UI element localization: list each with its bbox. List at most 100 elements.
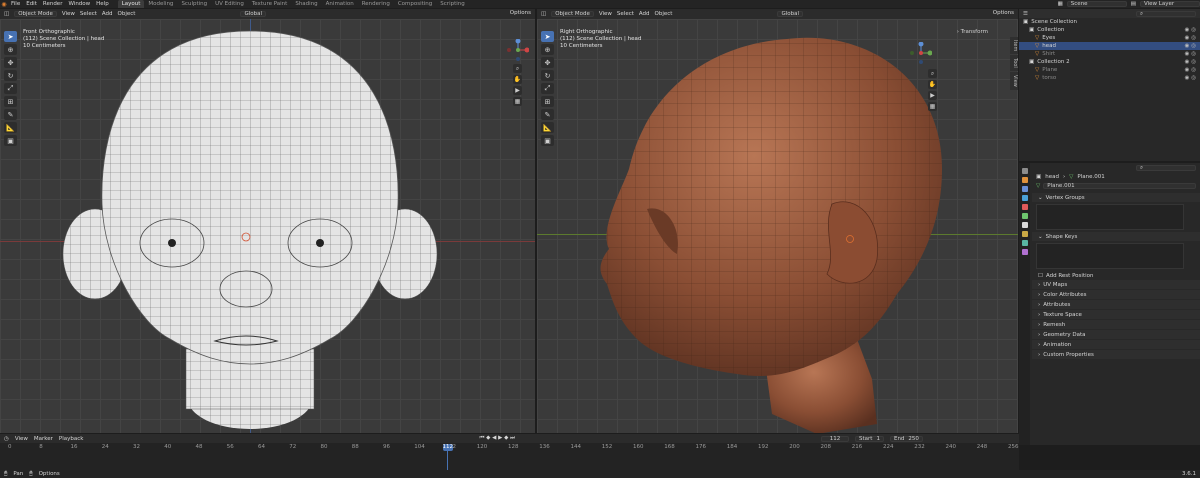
- add-cube-tool-icon[interactable]: ▣: [541, 135, 554, 146]
- end-frame-field[interactable]: End 250: [889, 435, 923, 442]
- tab-texture-paint[interactable]: Texture Paint: [248, 0, 292, 8]
- sidebar-tab-view[interactable]: View: [1010, 72, 1018, 90]
- transform-panel-header[interactable]: › Transform: [957, 29, 988, 35]
- zoom-icon[interactable]: ⌕: [513, 64, 522, 73]
- uv-maps-panel[interactable]: › UV Maps: [1032, 280, 1200, 289]
- pan-hand-icon[interactable]: ✋: [513, 75, 522, 84]
- menu-edit[interactable]: Edit: [23, 1, 40, 7]
- shape-keys-list[interactable]: [1036, 243, 1184, 269]
- sidebar-tab-item[interactable]: Item: [1010, 37, 1018, 55]
- custom-properties-panel[interactable]: › Custom Properties: [1032, 350, 1200, 359]
- mesh-name-field[interactable]: Plane.001: [1043, 182, 1196, 189]
- right-viewport[interactable]: ◫ Object Mode View Select Add Object Glo…: [537, 9, 1018, 433]
- select-tool-icon[interactable]: ➤: [4, 31, 17, 42]
- grid-view-icon[interactable]: ▦: [513, 97, 522, 106]
- properties-search-field[interactable]: ⌕: [1136, 164, 1196, 171]
- data-tab-icon[interactable]: [1021, 240, 1028, 246]
- zoom-icon[interactable]: ⌕: [928, 69, 937, 78]
- attributes-panel[interactable]: › Attributes: [1032, 300, 1200, 309]
- menu-render[interactable]: Render: [40, 1, 66, 7]
- pan-hand-icon[interactable]: ✋: [928, 80, 937, 89]
- scale-tool-icon[interactable]: ⤢: [4, 83, 17, 94]
- color-attributes-panel[interactable]: › Color Attributes: [1032, 290, 1200, 299]
- select-tool-icon[interactable]: ➤: [541, 31, 554, 42]
- tab-animation[interactable]: Animation: [322, 0, 358, 8]
- outliner-row-scene-collection[interactable]: ▣ Scene Collection: [1019, 18, 1200, 26]
- outliner-search-field[interactable]: ⌕: [1136, 10, 1196, 17]
- tab-shading[interactable]: Shading: [291, 0, 321, 8]
- tab-compositing[interactable]: Compositing: [394, 0, 436, 8]
- measure-tool-icon[interactable]: 📐: [4, 122, 17, 133]
- mode-selector[interactable]: Object Mode: [14, 11, 57, 17]
- mode-selector[interactable]: Object Mode: [551, 11, 594, 17]
- cursor-tool-icon[interactable]: ⊕: [541, 44, 554, 55]
- texture-space-panel[interactable]: › Texture Space: [1032, 310, 1200, 319]
- tab-uv-editing[interactable]: UV Editing: [211, 0, 248, 8]
- vertex-groups-panel[interactable]: ⌄ Vertex Groups: [1032, 193, 1200, 202]
- start-frame-field[interactable]: Start 1: [855, 435, 884, 442]
- eye-icon[interactable]: ◉ ◎: [1185, 43, 1196, 49]
- timeline-playback-menu[interactable]: Playback: [59, 436, 84, 442]
- animation-panel[interactable]: › Animation: [1032, 340, 1200, 349]
- sidebar-tab-tool[interactable]: Tool: [1010, 55, 1018, 72]
- menu-file[interactable]: File: [8, 1, 23, 7]
- material-tab-icon[interactable]: [1021, 249, 1028, 255]
- frame-ruler[interactable]: 0 8 16 24 32 40 48 56 64 72 80 88 96 104 112 120 128 136 1…: [0, 444, 1019, 451]
- outliner-row[interactable]: ▣ Collection ◉ ◎: [1019, 26, 1200, 34]
- timeline-editor-icon[interactable]: ◷: [4, 436, 9, 442]
- cursor-tool-icon[interactable]: ⊕: [4, 44, 17, 55]
- tab-layout[interactable]: Layout: [117, 0, 145, 8]
- eye-icon[interactable]: ◉ ◎: [1185, 27, 1196, 33]
- next-key-icon[interactable]: ◆: [504, 435, 508, 441]
- current-frame-field[interactable]: 112: [821, 435, 850, 442]
- outliner-editor-icon[interactable]: ☰: [1023, 11, 1028, 17]
- view-menu[interactable]: View: [62, 11, 75, 17]
- remesh-panel[interactable]: › Remesh: [1032, 320, 1200, 329]
- view-layer-tab-icon[interactable]: [1021, 195, 1028, 201]
- select-menu[interactable]: Select: [80, 11, 97, 17]
- transform-tool-icon[interactable]: ⊞: [541, 96, 554, 107]
- playhead[interactable]: 112: [442, 444, 453, 451]
- play-reverse-icon[interactable]: ◀: [492, 435, 496, 441]
- output-tab-icon[interactable]: [1021, 186, 1028, 192]
- rotate-tool-icon[interactable]: ↻: [4, 70, 17, 81]
- vertex-groups-list[interactable]: [1036, 204, 1184, 230]
- grid-view-icon[interactable]: ▦: [928, 102, 937, 111]
- object-tab-icon[interactable]: [1021, 222, 1028, 228]
- annotate-tool-icon[interactable]: ✎: [4, 109, 17, 120]
- modifier-tab-icon[interactable]: [1021, 231, 1028, 237]
- eye-icon[interactable]: ◉ ◎: [1185, 59, 1196, 65]
- add-rest-position-row[interactable]: ☐ Add Rest Position: [1032, 271, 1200, 280]
- object-menu[interactable]: Object: [118, 11, 136, 17]
- eye-icon[interactable]: ◉ ◎: [1185, 67, 1196, 73]
- rotate-tool-icon[interactable]: ↻: [541, 70, 554, 81]
- blender-logo-icon[interactable]: ◉: [0, 0, 8, 8]
- view-menu[interactable]: View: [599, 11, 612, 17]
- shape-keys-panel[interactable]: ⌄ Shape Keys: [1032, 232, 1200, 241]
- outliner-row[interactable]: ▣ Collection 2 ◉ ◎: [1019, 58, 1200, 66]
- eye-icon[interactable]: ◉ ◎: [1185, 35, 1196, 41]
- checkbox-icon[interactable]: ☐: [1038, 273, 1043, 279]
- options-dropdown[interactable]: Options: [510, 10, 531, 16]
- select-menu[interactable]: Select: [617, 11, 634, 17]
- scene-tab-icon[interactable]: [1021, 204, 1028, 210]
- annotate-tool-icon[interactable]: ✎: [541, 109, 554, 120]
- tab-scripting[interactable]: Scripting: [436, 0, 468, 8]
- play-icon[interactable]: ▶: [498, 435, 502, 441]
- orientation-selector[interactable]: Global: [777, 11, 804, 17]
- camera-icon[interactable]: ▶: [928, 91, 937, 100]
- prev-key-icon[interactable]: ◆: [486, 435, 490, 441]
- outliner-row[interactable]: ▽ Eyes ◉ ◎: [1019, 34, 1200, 42]
- navigation-gizmo[interactable]: [507, 39, 529, 61]
- add-menu[interactable]: Add: [639, 11, 650, 17]
- outliner-row[interactable]: ▽ head ◉ ◎: [1019, 42, 1200, 50]
- timeline-marker-menu[interactable]: Marker: [34, 436, 53, 442]
- left-viewport[interactable]: ◫ Object Mode View Select Add Object Glo…: [0, 9, 535, 433]
- editor-type-icon[interactable]: ◫: [541, 11, 546, 17]
- jump-start-icon[interactable]: ⏮: [479, 435, 484, 441]
- view-layer-field[interactable]: View Layer: [1140, 1, 1200, 7]
- menu-window[interactable]: Window: [65, 1, 93, 7]
- timeline-view-menu[interactable]: View: [15, 436, 28, 442]
- object-menu[interactable]: Object: [655, 11, 673, 17]
- scale-tool-icon[interactable]: ⤢: [541, 83, 554, 94]
